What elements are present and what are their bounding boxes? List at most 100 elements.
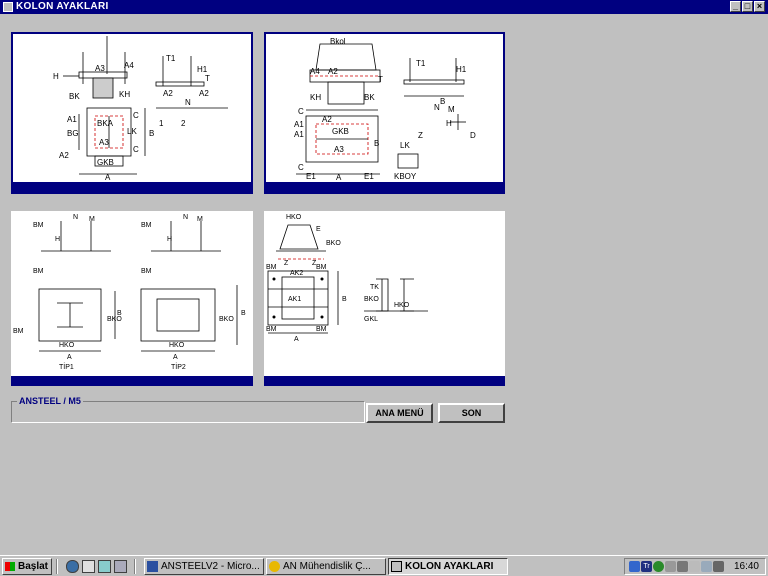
label: A1: [294, 120, 304, 129]
label: A3: [99, 138, 109, 147]
label: N: [185, 98, 191, 107]
label: TK: [370, 284, 379, 291]
tray-icon[interactable]: [677, 561, 688, 572]
label: AK1: [288, 296, 301, 303]
label: A: [173, 354, 178, 361]
clock: 16:40: [733, 561, 759, 572]
label: BM: [141, 268, 152, 275]
language-indicator[interactable]: Tr: [641, 561, 652, 572]
label: C: [298, 163, 304, 172]
label: N: [434, 103, 440, 112]
label: TİP1: [59, 362, 74, 371]
label: B: [342, 296, 347, 303]
label: BM: [13, 328, 24, 335]
network-icon[interactable]: [629, 561, 640, 572]
taskbar-task-ansteelv2[interactable]: ANSTEELV2 - Micro...: [144, 558, 264, 575]
task-label: AN Mühendislik Ç...: [283, 561, 371, 572]
label: KBOY: [394, 172, 417, 181]
label: BM: [266, 326, 277, 333]
label: A2: [328, 67, 338, 76]
start-label: Başlat: [18, 561, 49, 572]
main-menu-button[interactable]: ANA MENÜ: [366, 403, 433, 423]
tray-icon[interactable]: [665, 561, 676, 572]
label: BM: [141, 222, 152, 229]
task-label: ANSTEELV2 - Micro...: [161, 561, 260, 572]
task-label: KOLON AYAKLARI: [405, 561, 494, 572]
label: LK: [400, 141, 410, 150]
label: H: [53, 72, 59, 81]
globe-icon[interactable]: [653, 561, 664, 572]
label: M: [448, 105, 455, 114]
drawing-2: Bkol A4 A2 T T1 H1 KH BK B A1 A2 GKB A1 …: [294, 37, 476, 182]
label: A2: [163, 89, 173, 98]
internet-explorer-icon[interactable]: [66, 560, 79, 573]
system-tray: Tr 16:40: [624, 558, 766, 575]
window-title-bar[interactable]: KOLON AYAKLARI _ □ ×: [0, 0, 768, 14]
label: BM: [33, 222, 44, 229]
label: 2: [181, 119, 186, 128]
label: N: [73, 214, 78, 221]
label: Bkol: [330, 37, 346, 46]
label: BM: [33, 268, 44, 275]
volume-icon[interactable]: [713, 561, 724, 572]
label: BK: [364, 93, 375, 102]
taskbar-task-an-muhendislik[interactable]: AN Mühendislik Ç...: [266, 558, 386, 575]
label: TİP2: [171, 362, 186, 371]
label: GKB: [97, 158, 114, 167]
label: D: [470, 131, 476, 140]
label: BK: [69, 92, 80, 101]
label: H1: [197, 65, 208, 74]
label: BKA: [97, 119, 114, 128]
label: A2: [59, 151, 69, 160]
label: E1: [306, 172, 316, 181]
label: B: [374, 139, 379, 148]
label: H: [55, 236, 60, 243]
column-base-types-diagram[interactable]: BM M N H BM M N H BM BM BM HKO A BKO B T…: [11, 211, 253, 386]
panel-footer-bar: [266, 182, 503, 192]
maximize-button[interactable]: □: [742, 1, 753, 12]
start-button[interactable]: Başlat: [2, 558, 52, 575]
bolt-hole: [272, 315, 276, 319]
taskbar-separator: [56, 559, 58, 574]
outlook-express-icon[interactable]: [82, 560, 95, 573]
label: KH: [119, 90, 130, 99]
label: C: [298, 107, 304, 116]
column-base-diagram-2[interactable]: Bkol A4 A2 T T1 H1 KH BK B A1 A2 GKB A1 …: [264, 32, 505, 194]
label: T1: [166, 54, 176, 63]
label: BM: [316, 326, 327, 333]
label: HKO: [394, 302, 410, 309]
drawing-4: HKO E BKO Z Z BM BM AK2 AK1 BM BM B A BK…: [266, 214, 428, 343]
tray-icon[interactable]: [689, 561, 700, 572]
label: BM: [316, 264, 327, 271]
label: H1: [456, 65, 467, 74]
label: E: [316, 226, 321, 233]
column-base-diagram-1[interactable]: A3 A4 T1 H1 H BK KH A2 A2 T N 1 2 BKA BG…: [11, 32, 253, 194]
show-desktop-icon[interactable]: [98, 560, 111, 573]
drawing-1: A3 A4 T1 H1 H BK KH A2 A2 T N 1 2 BKA BG…: [53, 36, 228, 182]
label: KH: [310, 93, 321, 102]
column-base-plate-diagram[interactable]: HKO E BKO Z Z BM BM AK2 AK1 BM BM B A BK…: [264, 211, 505, 386]
label: GKB: [332, 127, 349, 136]
label: A: [336, 173, 342, 182]
window-title: KOLON AYAKLARI: [16, 1, 109, 12]
label: N: [183, 214, 188, 221]
label: HKO: [286, 214, 302, 221]
label: BG: [67, 129, 79, 138]
panel-footer-bar: [13, 182, 251, 192]
taskbar-task-kolon-ayaklari[interactable]: KOLON AYAKLARI: [388, 558, 508, 575]
label: HKO: [59, 342, 75, 349]
label: AK2: [290, 270, 303, 277]
tray-icon[interactable]: [701, 561, 712, 572]
label: BKO: [326, 240, 341, 247]
label: A3: [334, 145, 344, 154]
app-window-icon: [391, 561, 402, 572]
label: Z: [284, 260, 289, 267]
channels-icon[interactable]: [114, 560, 127, 573]
label: LK: [127, 127, 137, 136]
exit-button[interactable]: SON: [438, 403, 505, 423]
label: A2: [322, 115, 332, 124]
minimize-button[interactable]: _: [730, 1, 741, 12]
close-button[interactable]: ×: [754, 1, 765, 12]
app-icon[interactable]: [3, 2, 13, 12]
label: C: [133, 111, 139, 120]
